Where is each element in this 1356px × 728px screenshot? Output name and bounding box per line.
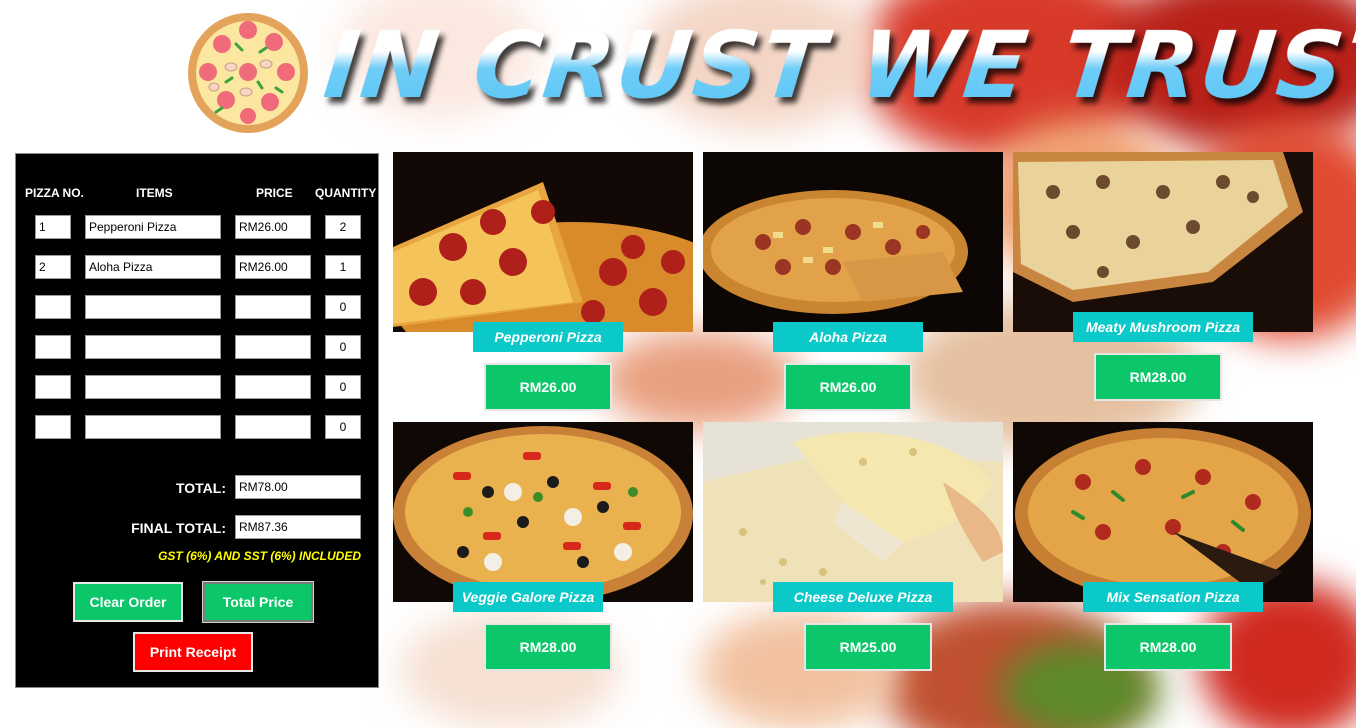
- header-items: ITEMS: [136, 186, 173, 200]
- header-price: PRICE: [256, 186, 293, 200]
- menu-item-name: Aloha Pizza: [773, 322, 923, 352]
- veggie-galore-price-button[interactable]: RM28.00: [484, 623, 612, 671]
- aloha-pizza-image: [703, 152, 1003, 332]
- pizza-no-field[interactable]: [35, 295, 71, 319]
- header-quantity: QUANTITY: [315, 186, 377, 200]
- pizza-no-field[interactable]: [35, 415, 71, 439]
- final-total-field[interactable]: RM87.36: [235, 515, 361, 539]
- menu-item-name: Meaty Mushroom Pizza: [1073, 312, 1253, 342]
- meaty-mushroom-price-button[interactable]: RM28.00: [1094, 353, 1222, 401]
- menu-item-name: Cheese Deluxe Pizza: [773, 582, 953, 612]
- item-field[interactable]: [85, 295, 221, 319]
- item-field[interactable]: [85, 375, 221, 399]
- header-pizza-no: PIZZA NO.: [25, 186, 84, 200]
- price-field[interactable]: [235, 415, 311, 439]
- menu-item-name: Pepperoni Pizza: [473, 322, 623, 352]
- quantity-field[interactable]: 0: [325, 295, 361, 319]
- clear-order-button[interactable]: Clear Order: [73, 582, 183, 622]
- menu-item-name: Mix Sensation Pizza: [1083, 582, 1263, 612]
- quantity-field[interactable]: 0: [325, 375, 361, 399]
- quantity-field[interactable]: 1: [325, 255, 361, 279]
- print-receipt-button[interactable]: Print Receipt: [133, 632, 253, 672]
- veggie-galore-pizza-image: [393, 422, 693, 602]
- pizza-no-field[interactable]: 2: [35, 255, 71, 279]
- item-field[interactable]: Pepperoni Pizza: [85, 215, 221, 239]
- price-field[interactable]: [235, 335, 311, 359]
- pepperoni-price-button[interactable]: RM26.00: [484, 363, 612, 411]
- total-field[interactable]: RM78.00: [235, 475, 361, 499]
- quantity-field[interactable]: 0: [325, 335, 361, 359]
- final-total-label: FINAL TOTAL:: [131, 520, 226, 536]
- quantity-field[interactable]: 0: [325, 415, 361, 439]
- mix-sensation-pizza-image: [1013, 422, 1313, 602]
- pepperoni-pizza-image: [393, 152, 693, 332]
- item-field[interactable]: [85, 335, 221, 359]
- pizza-no-field[interactable]: [35, 335, 71, 359]
- app-title: IN CRUST WE TRUST: [319, 6, 1356, 126]
- total-label: TOTAL:: [175, 480, 226, 496]
- total-price-button[interactable]: Total Price: [202, 581, 314, 623]
- tax-note: GST (6%) AND SST (6%) INCLUDED: [158, 549, 361, 563]
- price-field[interactable]: [235, 375, 311, 399]
- mix-sensation-price-button[interactable]: RM28.00: [1104, 623, 1232, 671]
- order-panel: PIZZA NO. ITEMS PRICE QUANTITY 1 Peppero…: [15, 153, 379, 688]
- item-field[interactable]: Aloha Pizza: [85, 255, 221, 279]
- pizza-no-field[interactable]: 1: [35, 215, 71, 239]
- menu-item-name: Veggie Galore Pizza: [453, 582, 603, 612]
- cheese-deluxe-price-button[interactable]: RM25.00: [804, 623, 932, 671]
- price-field[interactable]: [235, 295, 311, 319]
- item-field[interactable]: [85, 415, 221, 439]
- pizza-logo-icon: [188, 13, 308, 133]
- cheese-deluxe-pizza-image: [703, 422, 1003, 602]
- meaty-mushroom-pizza-image: [1013, 152, 1313, 332]
- aloha-price-button[interactable]: RM26.00: [784, 363, 912, 411]
- pizza-no-field[interactable]: [35, 375, 71, 399]
- quantity-field[interactable]: 2: [325, 215, 361, 239]
- price-field[interactable]: RM26.00: [235, 215, 311, 239]
- price-field[interactable]: RM26.00: [235, 255, 311, 279]
